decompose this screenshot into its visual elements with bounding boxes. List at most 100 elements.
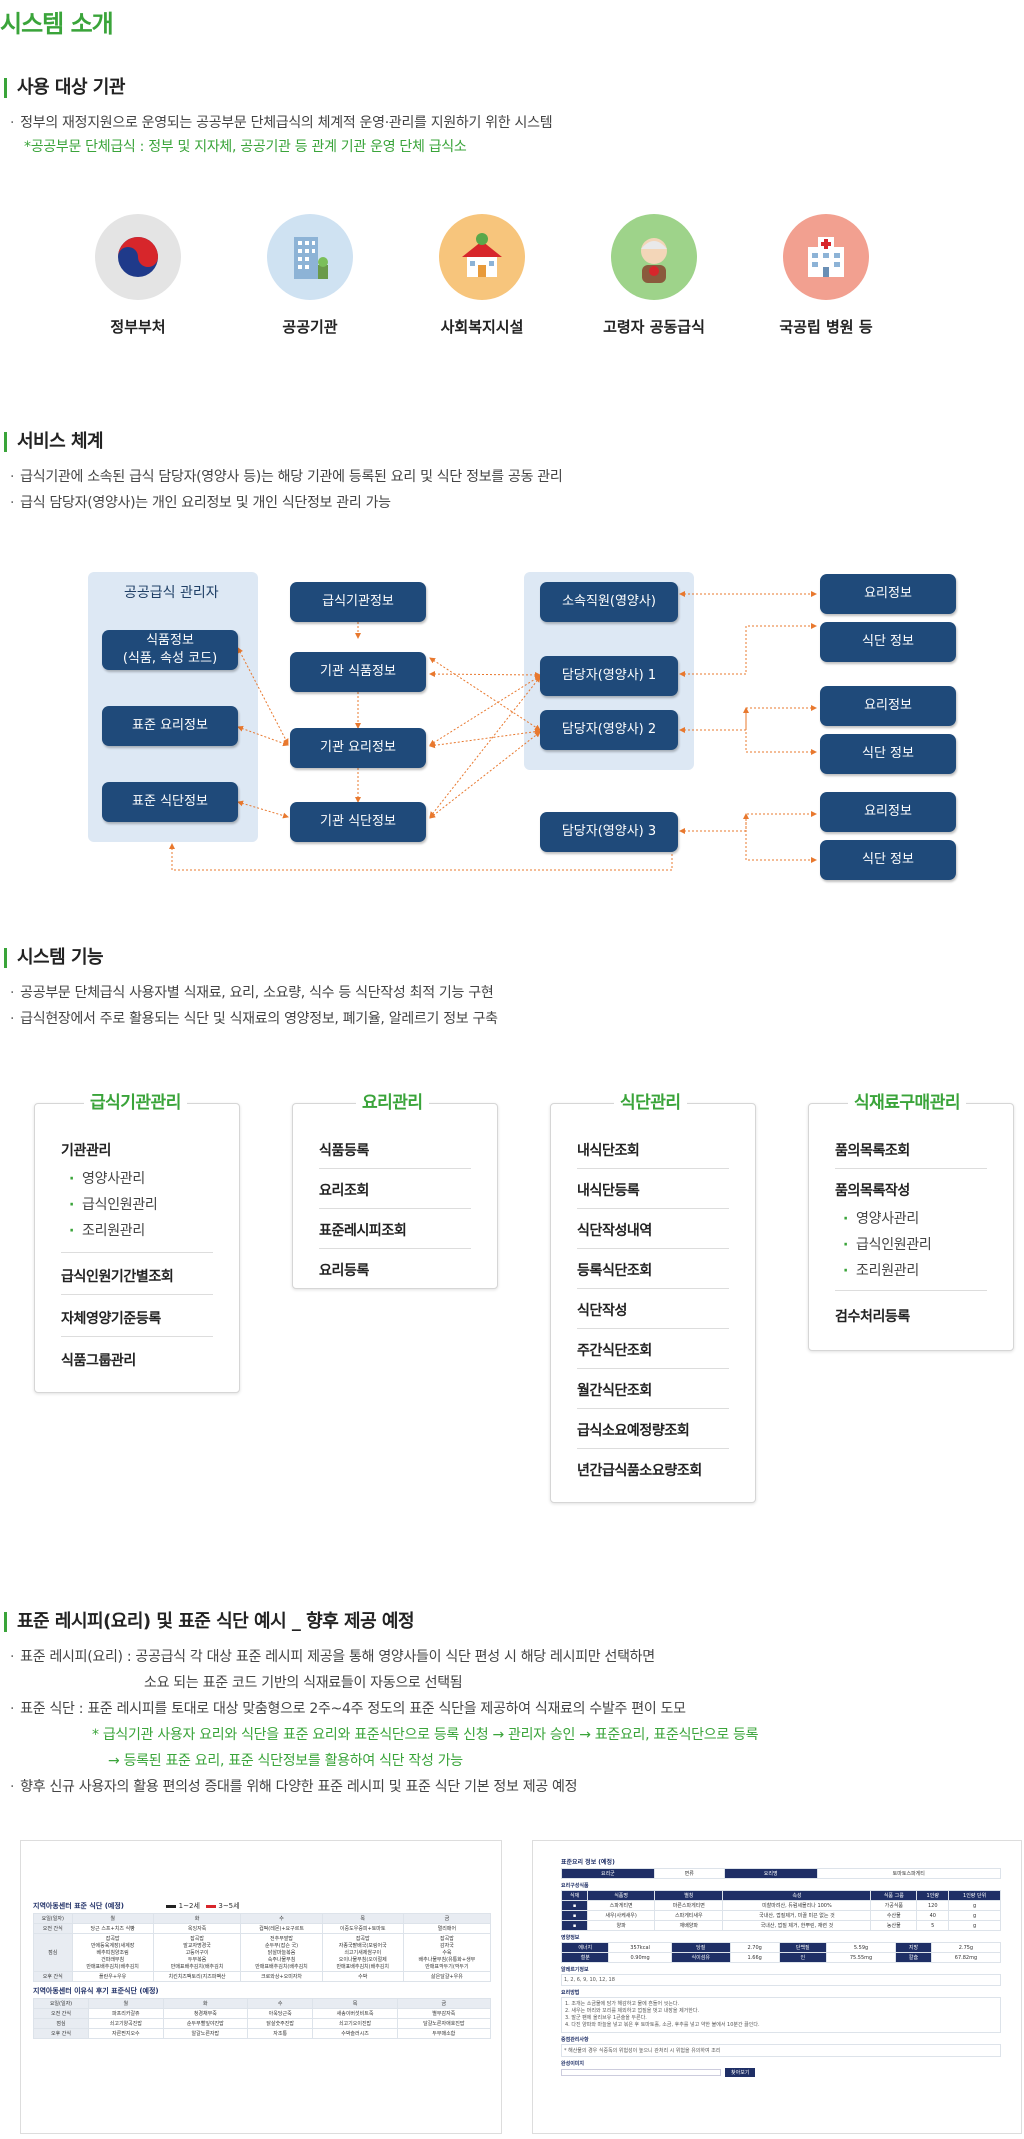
- table-cell: 두부매소합: [396, 2028, 492, 2039]
- card-sub-item[interactable]: 영양사관리: [69, 1168, 145, 1188]
- card-institution-management: 기관관리 영양사관리 급식인원관리 조리원관리 급식인원기간별조회 자체영양기준…: [34, 1103, 240, 1393]
- card-item[interactable]: 식단작성내역: [577, 1220, 729, 1240]
- institution-public: 공공기관: [240, 214, 380, 337]
- card-item[interactable]: 월간식단조회: [577, 1380, 729, 1400]
- card-item[interactable]: 년간급식품소요량조회: [577, 1460, 729, 1480]
- table-cell: 75.55mg: [826, 1952, 897, 1963]
- table-cell: 0.90mg: [608, 1952, 672, 1963]
- personal-recipe-box: 요리정보: [820, 792, 956, 832]
- sample-standard-recipe: 표준요리 정보 (예정) 요리군 면류 요리명 토마토스파게티 요리구성식품 식…: [532, 1840, 1022, 2134]
- personal-menu-box: 식단 정보: [820, 622, 956, 662]
- card-item[interactable]: 식품그룹관리: [61, 1350, 213, 1370]
- method-list: 1. 조개는 소금물에 담가 해감하고 물에 흔들어 씻는다. 2. 새우는 머…: [561, 1997, 1001, 2033]
- card-group-label[interactable]: 기관관리: [61, 1140, 213, 1160]
- table-cell: 알갈노른자밥: [162, 2028, 248, 2039]
- table-header: 수: [246, 1998, 314, 2009]
- institution-government: 정부부처: [68, 214, 208, 337]
- card-sub-item[interactable]: 급식인원관리: [843, 1234, 932, 1254]
- card-sub-item[interactable]: 조리원관리: [69, 1220, 145, 1240]
- institution-label: 공공기관: [282, 318, 338, 336]
- card-divider: [577, 1408, 729, 1409]
- method-step: 1. 조개는 소금물에 담가 해감하고 물에 흔들어 씻는다.: [565, 2001, 680, 2007]
- card-item[interactable]: 품의목록조회: [835, 1140, 987, 1160]
- table-cell: 1.66g: [729, 1952, 780, 1963]
- table-cell: 가공식품: [870, 1900, 918, 1911]
- table-header: 월: [71, 1913, 154, 1924]
- ingredients-title: 요리구성식품: [561, 1883, 589, 1889]
- card-item[interactable]: 요리조회: [319, 1180, 471, 1200]
- table-cell: g: [948, 1920, 1001, 1931]
- card-item[interactable]: 등록식단조회: [577, 1260, 729, 1280]
- table-cell: 스파게티면: [587, 1900, 656, 1911]
- nutrition-title: 영양정보: [561, 1935, 580, 1941]
- standard-note: * 급식기관 사용자 요리와 식단을 표준 요리와 표준식단으로 등록 신청 →…: [92, 1727, 759, 1743]
- table-cell: 스파게티새우: [654, 1910, 724, 1921]
- file-path-input[interactable]: [561, 2069, 721, 2076]
- card-title: 식재료구매관리: [848, 1088, 966, 1113]
- method-step: 3. 말군 팬에 올리브유 1큰술을 두른다.: [565, 2015, 647, 2021]
- card-item[interactable]: 급식소요예정량조회: [577, 1420, 729, 1440]
- table-cell: 옥잉자죽: [152, 1923, 242, 1934]
- target-bullet: 정부의 재정지원으로 운영되는 공공부문 단체급식의 체계적 운영·관리를 지원…: [10, 112, 552, 134]
- section-heading-functions: 시스템 기능: [4, 948, 104, 968]
- card-item[interactable]: 요리등록: [319, 1260, 471, 1280]
- table-header: 에너지: [560, 1942, 610, 1953]
- inst-info-box: 급식기관정보: [290, 582, 426, 622]
- section-heading-target: 사용 대상 기관: [4, 78, 125, 98]
- table-cell: 미찰마려산, 듀럼세몰리나 100%: [722, 1900, 872, 1911]
- card-item[interactable]: 주간식단조회: [577, 1340, 729, 1360]
- card-divider: [577, 1368, 729, 1369]
- find-file-button[interactable]: 찾아보기: [725, 2068, 756, 2077]
- card-group-label[interactable]: 품의목록작성: [835, 1180, 987, 1200]
- table-cell: 120: [916, 1900, 950, 1911]
- table-cell: 컵떡(레몬)+요구르트: [240, 1923, 323, 1934]
- table-cell: 순두부빨잎야진밥: [162, 2018, 248, 2029]
- card-divider: [319, 1208, 471, 1209]
- card-divider: [319, 1248, 471, 1249]
- page-title: 시스템 소개: [0, 10, 114, 38]
- building-icon: [267, 214, 353, 300]
- hospital-icon: [783, 214, 869, 300]
- house-tree-icon: [439, 214, 525, 300]
- row-marker: ▪: [560, 1910, 589, 1921]
- card-sub-item[interactable]: 조리원관리: [843, 1260, 919, 1280]
- card-sub-item[interactable]: 급식인원관리: [69, 1194, 158, 1214]
- institution-label: 고령자 공동급식: [603, 318, 705, 336]
- card-item[interactable]: 내식단등록: [577, 1180, 729, 1200]
- card-recipe-management: 식품등록 요리조회 표준레시피조회 요리등록: [292, 1103, 498, 1289]
- card-divider: [577, 1168, 729, 1169]
- table-cell: 쇠고기오이진밥: [312, 2018, 398, 2029]
- table-cell: 67.82mg: [930, 1952, 1002, 1963]
- institution-welfare: 사회복지시설: [412, 214, 552, 337]
- table-header: 1인량 단위: [948, 1890, 1001, 1901]
- table-header: 지방: [895, 1942, 932, 1953]
- card-item[interactable]: 검수처리등록: [835, 1306, 987, 1326]
- card-item[interactable]: 식단작성: [577, 1300, 729, 1320]
- table-header: 식재: [560, 1890, 589, 1901]
- service-diagram: 공공급식 관리자 식품정보 (식품, 속성 코드) 표준 요리정보 표준 식단정…: [0, 560, 1024, 900]
- table-cell: 새송이버섯비트죽: [312, 2008, 398, 2019]
- table-header: 금: [396, 1998, 492, 2009]
- standard-bullet: 표준 식단 : 표준 레시피를 토대로 대상 맞춤형으로 2주~4주 정도의 표…: [10, 1698, 686, 1720]
- sample-standard-menu: 지역아동센터 표준 식단 (예정) 1~2세 3~5세 요일(일자) 월 화 수…: [20, 1840, 502, 2134]
- method-step: 4. 다진 양파와 마늘을 넣고 볶은 후 토마토홀, 소금, 후추를 넣고 약…: [565, 2022, 760, 2028]
- table-cell: 전추무발밥 순두부(잡슨 국) 닭살마늘볶음 숙주나물무침 만매표배추김치(배추…: [240, 1933, 323, 1972]
- personal-menu-box: 식단 정보: [820, 734, 956, 774]
- standard-bullet: 표준 레시피(요리) : 공공급식 각 대상 표준 레시피 제공을 통해 영양사…: [10, 1646, 655, 1668]
- card-menu-management: 내식단조회 내식단등록 식단작성내역 등록식단조회 식단작성 주간식단조회 월간…: [550, 1103, 756, 1503]
- card-divider: [61, 1336, 213, 1337]
- card-item[interactable]: 급식인원기간별조회: [61, 1266, 213, 1286]
- card-divider: [835, 1290, 987, 1291]
- card-sub-item[interactable]: 영양사관리: [843, 1208, 919, 1228]
- table-cell: 오전 간식: [33, 2008, 89, 2019]
- card-item[interactable]: 내식단조회: [577, 1140, 729, 1160]
- table-header: 식품 그룹: [870, 1890, 918, 1901]
- card-divider: [577, 1328, 729, 1329]
- table-cell: 점심: [33, 1933, 73, 1972]
- card-item[interactable]: 자체영양기준등록: [61, 1308, 213, 1328]
- table-cell: 5: [916, 1920, 950, 1931]
- table-cell: 국내산, 껍질 제거, 한뿌린, 재련 것: [722, 1920, 872, 1931]
- card-item[interactable]: 식품등록: [319, 1140, 471, 1160]
- service-bullet: 급식 담당자(영양사)는 개인 요리정보 및 개인 식단정보 관리 가능: [10, 492, 391, 514]
- card-item[interactable]: 표준레시피조회: [319, 1220, 471, 1240]
